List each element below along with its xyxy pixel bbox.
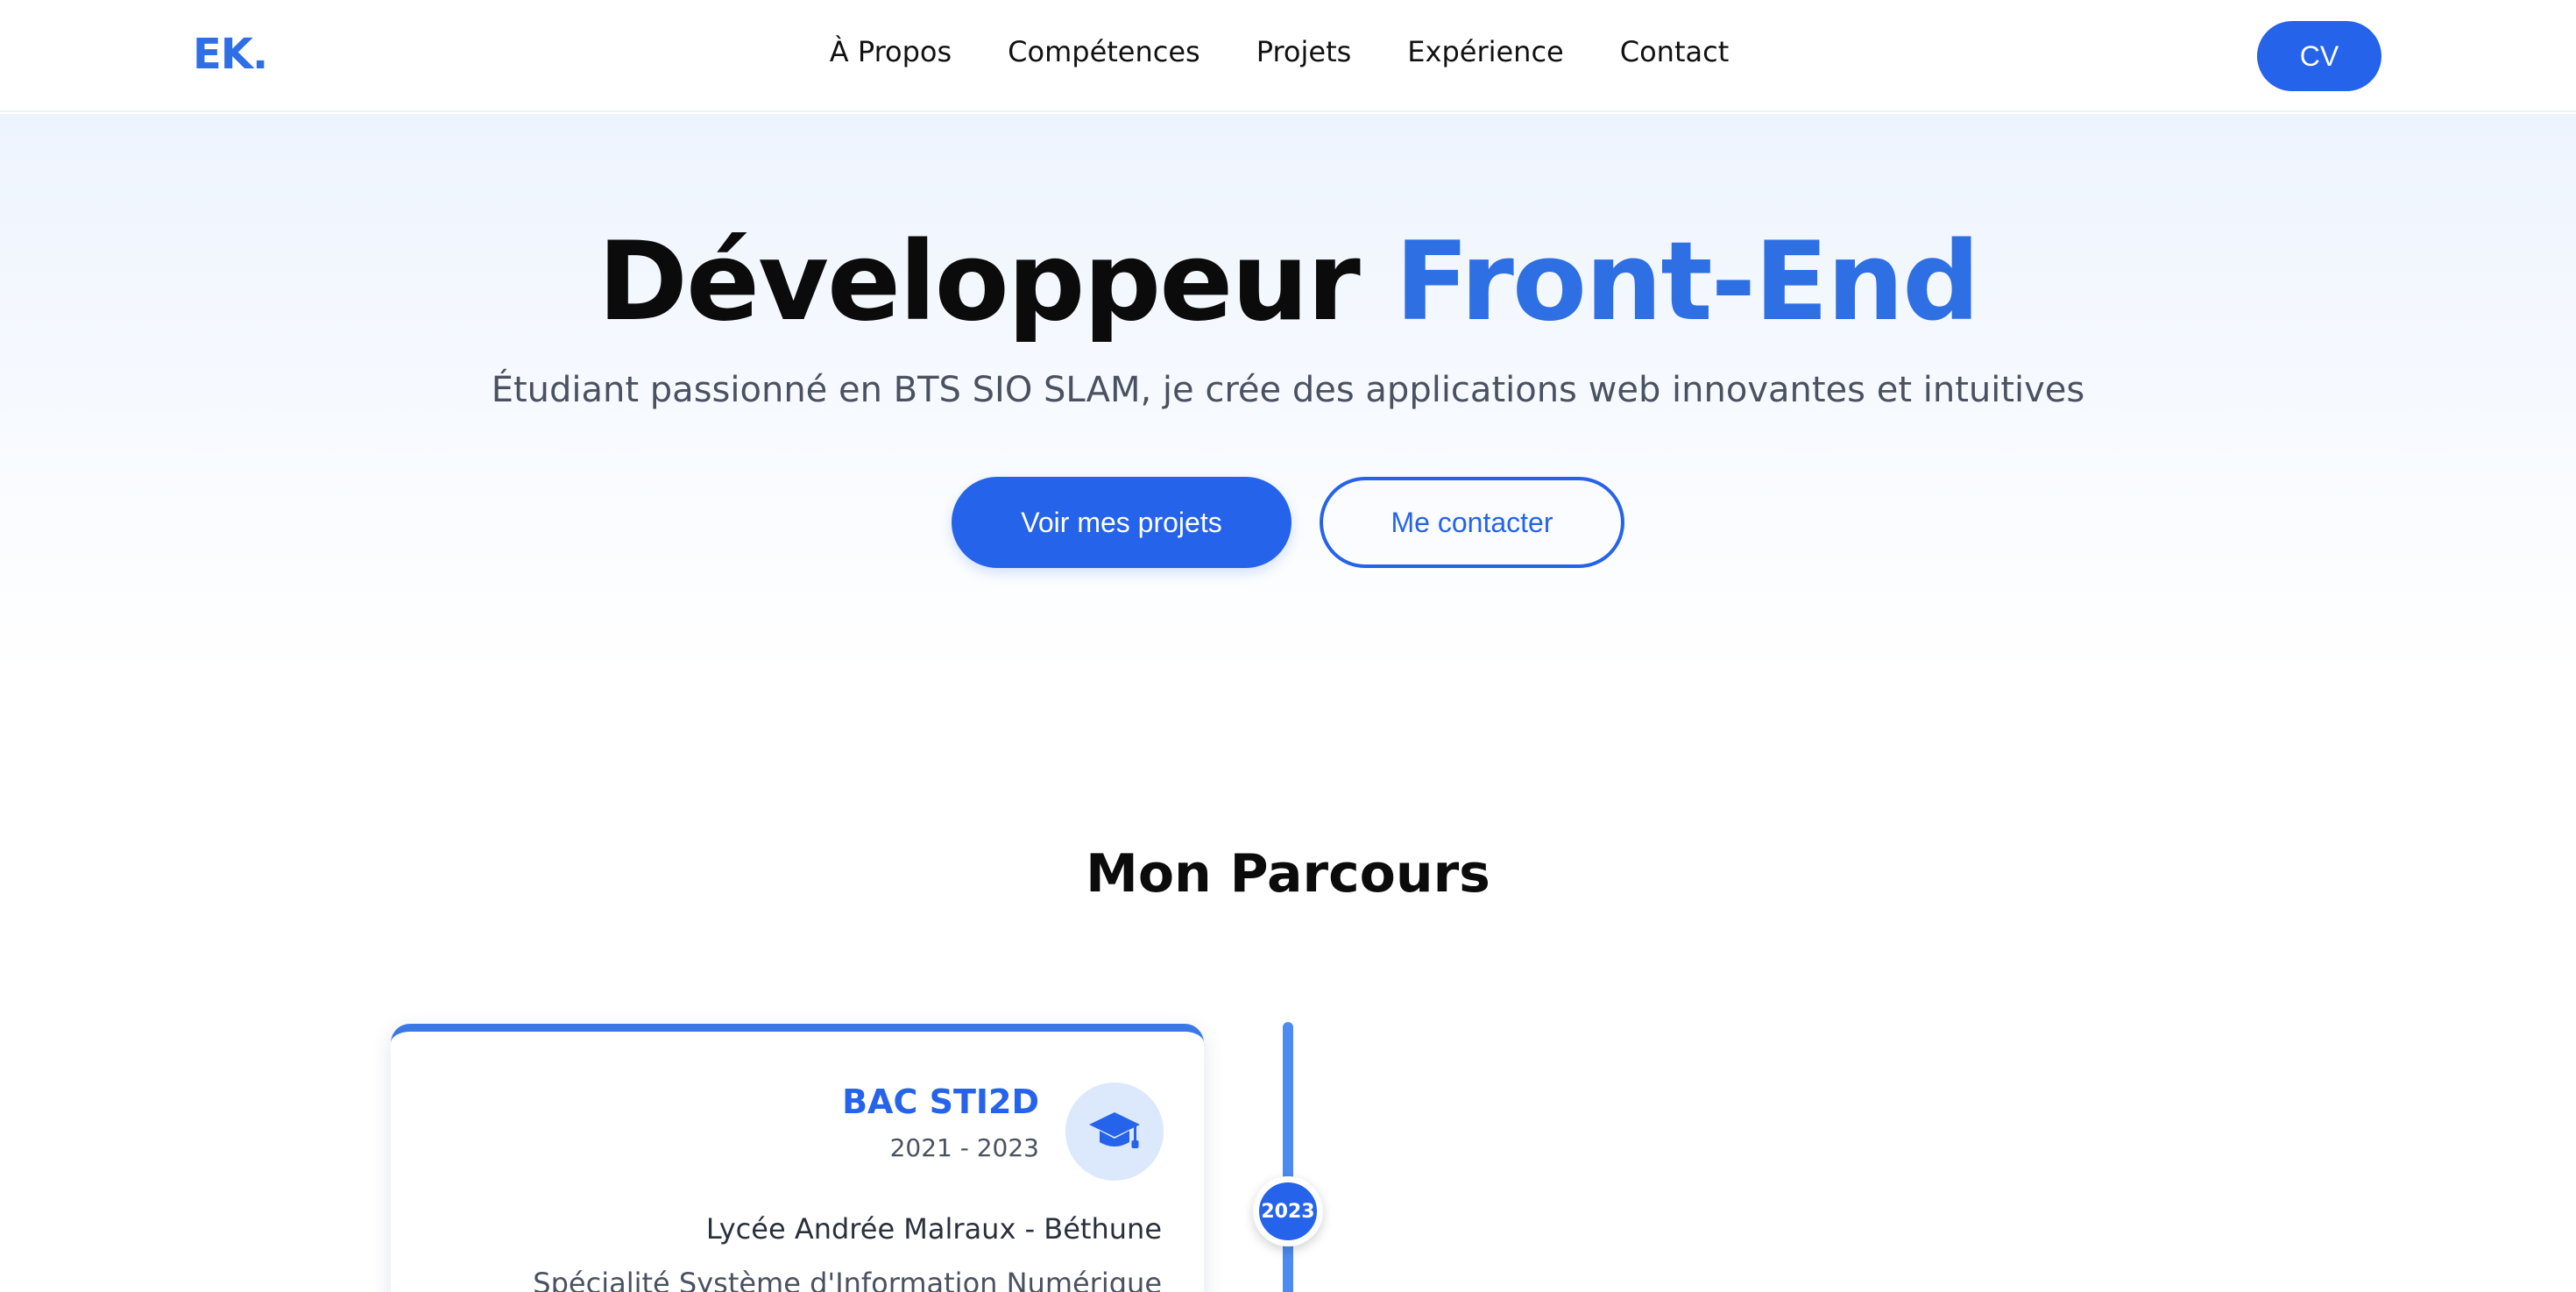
nav-links: À Propos Compétences Projets Expérience …	[0, 35, 2576, 68]
section-title-parcours: Mon Parcours	[1086, 843, 1490, 905]
timeline-line	[1283, 1022, 1293, 1292]
nav-link-competences[interactable]: Compétences	[1008, 35, 1200, 68]
hero-title-main: Développeur	[598, 219, 1361, 345]
nav-link-contact[interactable]: Contact	[1620, 35, 1730, 68]
hero-buttons: Voir mes projets Me contacter	[0, 477, 2576, 568]
timeline-year-badge: 2023	[1253, 1176, 1323, 1246]
hero-title: Développeur Front-End	[0, 219, 2576, 345]
nav-link-experience[interactable]: Expérience	[1407, 35, 1563, 68]
card-school: Lycée Andrée Malraux - Béthune	[705, 1212, 1162, 1246]
cv-button[interactable]: CV	[2257, 21, 2381, 91]
timeline-card: BAC STI2D 2021 - 2023 Lycée Andrée Malra…	[391, 1024, 1204, 1292]
card-title: BAC STI2D	[842, 1083, 1039, 1121]
hero-subtitle: Étudiant passionné en BTS SIO SLAM, je c…	[491, 370, 2085, 410]
hero-section: Développeur Front-End Étudiant passionné…	[0, 114, 2576, 675]
contact-me-button[interactable]: Me contacter	[1320, 477, 1624, 568]
card-icon-badge	[1065, 1083, 1164, 1181]
navbar: EK. À Propos Compétences Projets Expérie…	[0, 0, 2576, 112]
card-speciality: Spécialité Système d'Information Numériq…	[533, 1267, 1162, 1292]
nav-link-a-propos[interactable]: À Propos	[830, 35, 952, 68]
view-projects-button[interactable]: Voir mes projets	[952, 477, 1292, 568]
card-dates: 2021 - 2023	[889, 1133, 1039, 1162]
nav-link-projets[interactable]: Projets	[1256, 35, 1352, 68]
hero-title-accent: Front-End	[1395, 219, 1980, 345]
graduation-cap-icon	[1089, 1112, 1140, 1148]
